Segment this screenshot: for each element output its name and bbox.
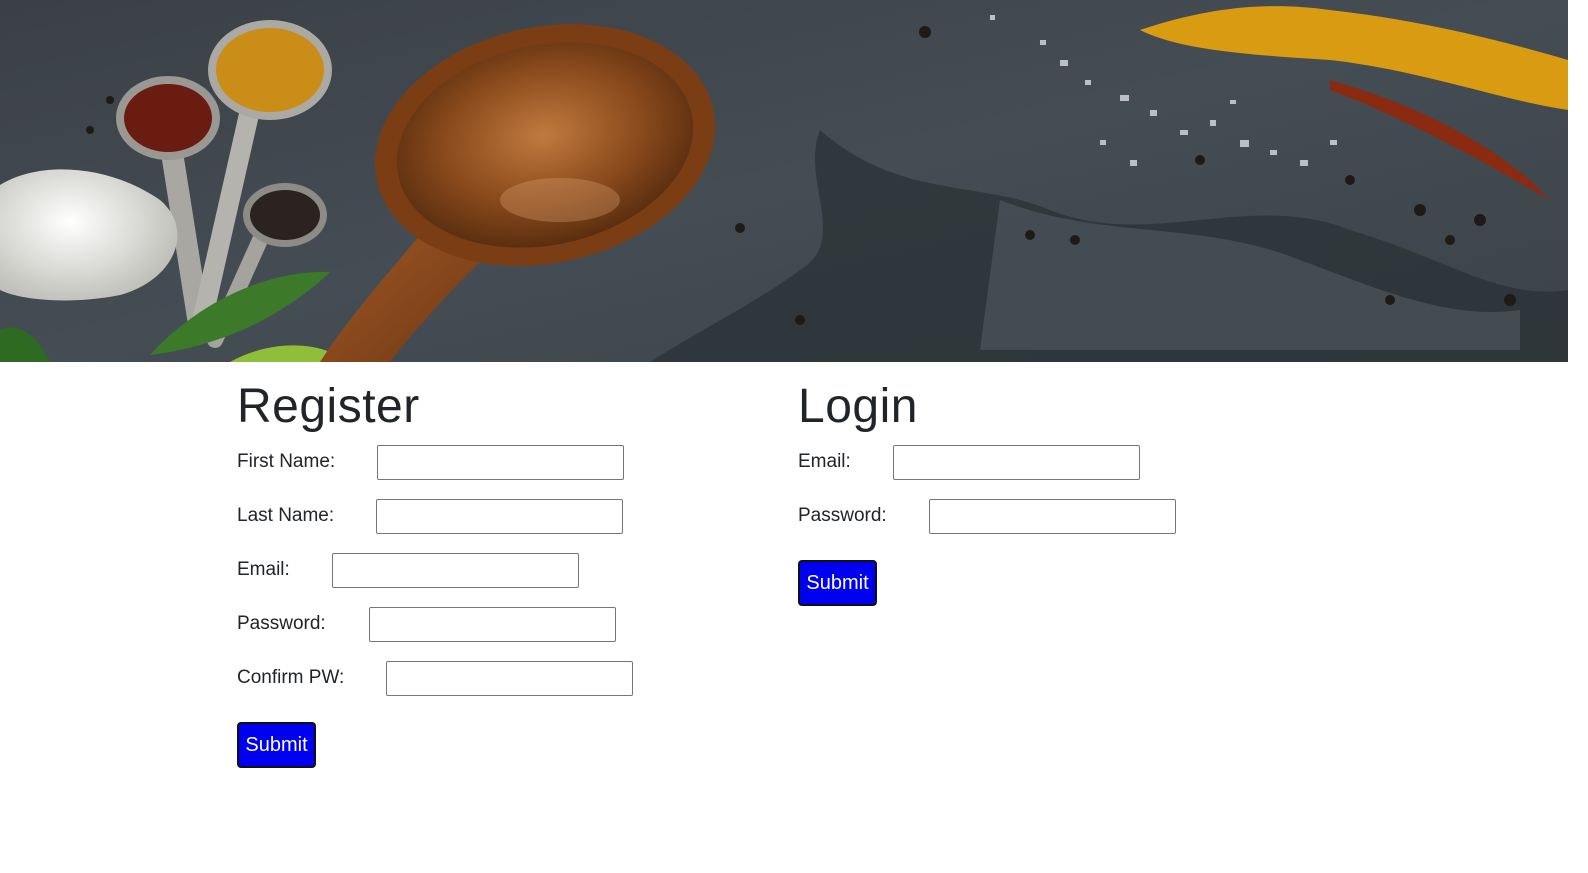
login-password-field[interactable] <box>928 498 1176 534</box>
register-title: Register <box>237 380 420 433</box>
confirm-pw-row: Confirm PW: <box>237 660 757 696</box>
register-email-field[interactable] <box>331 552 579 588</box>
first-name-row: First Name: <box>237 444 757 480</box>
page-margin <box>1568 0 1588 873</box>
login-password-label: Password: <box>798 505 887 526</box>
email-label: Email: <box>237 559 290 580</box>
login-email-field[interactable] <box>892 444 1140 480</box>
password-label: Password: <box>237 613 326 634</box>
register-password-field[interactable] <box>368 606 616 642</box>
last-name-field[interactable] <box>376 498 624 534</box>
confirm-pw-label: Confirm PW: <box>237 667 345 688</box>
last-name-label: Last Name: <box>237 505 335 526</box>
email-row: Email: <box>237 552 757 588</box>
login-form: Login Email: Password: Submit <box>798 378 1318 606</box>
first-name-field[interactable] <box>377 444 625 480</box>
login-submit-button[interactable]: Submit <box>798 560 877 606</box>
login-email-row: Email: <box>798 444 1318 480</box>
hero-banner-image <box>0 0 1568 362</box>
first-name-label: First Name: <box>237 451 336 472</box>
login-title: Login <box>798 380 918 433</box>
password-row: Password: <box>237 606 757 642</box>
register-form: Register First Name: Last Name: Email: P… <box>237 378 757 768</box>
confirm-pw-field[interactable] <box>386 660 634 696</box>
register-submit-button[interactable]: Submit <box>237 722 316 768</box>
login-password-row: Password: <box>798 498 1318 534</box>
last-name-row: Last Name: <box>237 498 757 534</box>
login-email-label: Email: <box>798 451 851 472</box>
